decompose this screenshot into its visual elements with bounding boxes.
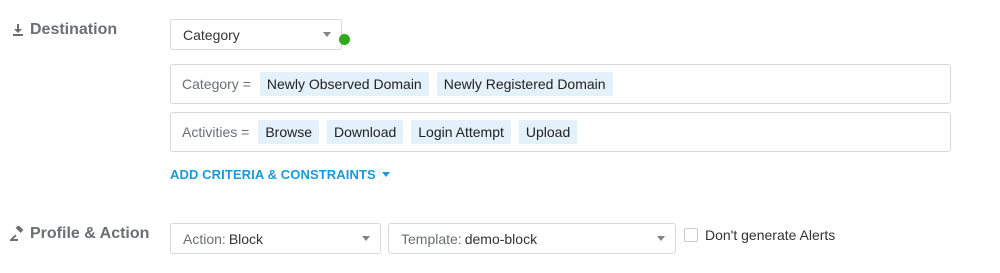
profile-action-section-label: Profile & Action — [9, 225, 150, 243]
download-icon — [10, 22, 26, 38]
gavel-icon — [9, 225, 26, 242]
criteria-tag[interactable]: Download — [327, 120, 404, 144]
destination-title: Destination — [30, 21, 118, 38]
chevron-down-icon — [323, 32, 331, 37]
dont-generate-alerts-label: Don't generate Alerts — [705, 227, 836, 243]
add-criteria-button[interactable]: ADD CRITERIA & CONSTRAINTS — [170, 167, 390, 182]
criteria-row-activities[interactable]: Activities = Browse Download Login Attem… — [170, 112, 951, 152]
profile-action-title: Profile & Action — [30, 225, 150, 242]
action-prefix: Action: — [183, 230, 226, 247]
criteria-tag[interactable]: Login Attempt — [411, 120, 511, 144]
criteria-tag[interactable]: Newly Observed Domain — [259, 72, 429, 96]
template-prefix: Template: — [401, 230, 462, 247]
add-criteria-label: ADD CRITERIA & CONSTRAINTS — [170, 167, 376, 182]
caret-down-icon — [381, 172, 390, 177]
template-select[interactable]: Template: demo-block — [388, 223, 676, 254]
dont-generate-alerts-checkbox[interactable] — [684, 228, 698, 242]
dont-generate-alerts-option[interactable]: Don't generate Alerts — [684, 227, 835, 243]
status-indicator-dot — [339, 34, 350, 45]
criteria-tag[interactable]: Browse — [258, 120, 319, 144]
criteria-row-category[interactable]: Category = Newly Observed Domain Newly R… — [170, 64, 951, 104]
chevron-down-icon — [657, 236, 665, 241]
criteria-key: Category = — [182, 76, 251, 92]
destination-section-label: Destination — [10, 21, 117, 39]
criteria-key: Activities = — [182, 124, 250, 140]
criteria-tag[interactable]: Upload — [518, 120, 578, 144]
action-value: Block — [228, 230, 264, 247]
template-value: demo-block — [464, 230, 538, 247]
chevron-down-icon — [362, 236, 370, 241]
criteria-tag[interactable]: Newly Registered Domain — [436, 72, 613, 96]
destination-type-select[interactable]: Category — [170, 19, 342, 50]
action-select[interactable]: Action: Block — [170, 223, 381, 254]
destination-type-value: Category — [183, 26, 240, 43]
